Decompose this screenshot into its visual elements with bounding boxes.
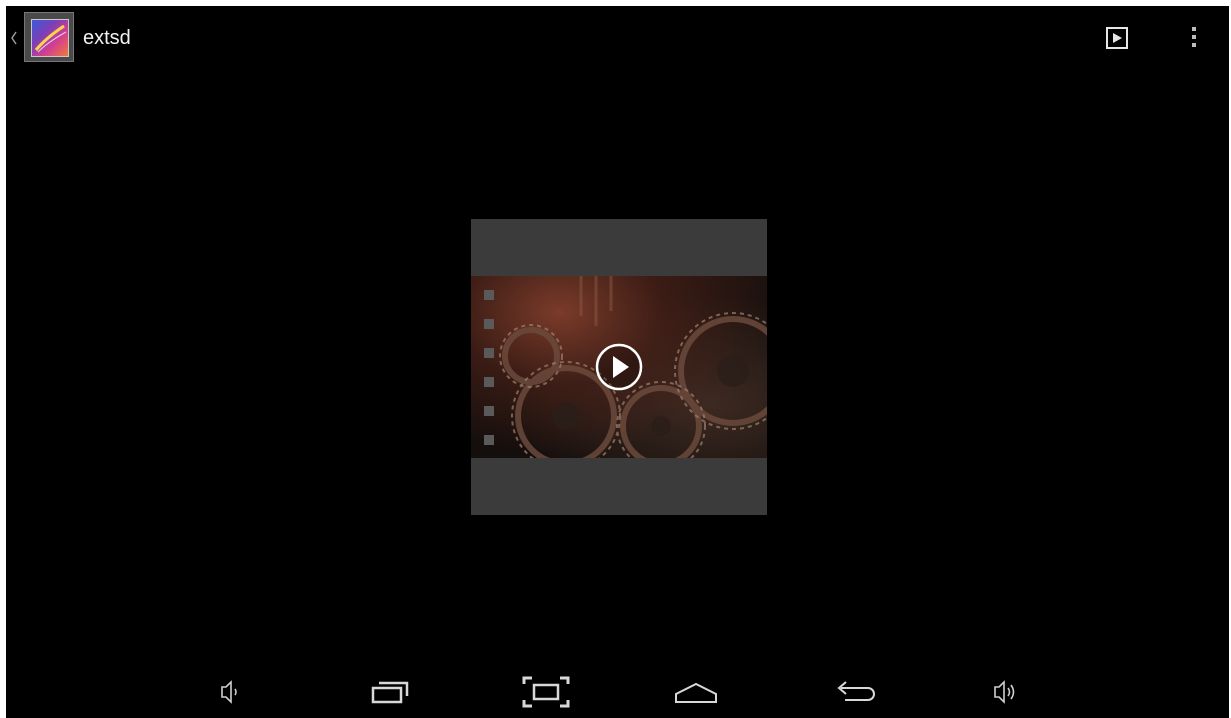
action-bar: extsd <box>6 6 1229 70</box>
recent-apps-icon[interactable] <box>361 666 421 718</box>
film-sprocket <box>484 377 494 387</box>
slideshow-icon[interactable] <box>1096 18 1136 58</box>
film-sprocket <box>484 319 494 329</box>
back-icon[interactable] <box>821 666 881 718</box>
video-thumbnail[interactable] <box>471 219 767 515</box>
film-sprocket <box>484 290 494 300</box>
navigation-bar <box>6 666 1229 718</box>
volume-down-icon[interactable] <box>206 666 256 718</box>
play-icon[interactable] <box>594 342 644 392</box>
album-title: extsd <box>83 27 131 49</box>
gallery-app-icon[interactable] <box>24 12 74 62</box>
screenshot-icon[interactable] <box>516 666 576 718</box>
film-sprocket <box>484 435 494 445</box>
gallery-screen: extsd <box>6 6 1229 718</box>
gallery-app-icon-image <box>31 19 69 57</box>
video-frame-image <box>471 276 767 458</box>
home-icon[interactable] <box>666 666 726 718</box>
film-sprocket <box>484 348 494 358</box>
film-sprocket <box>484 406 494 416</box>
volume-up-icon[interactable] <box>981 666 1031 718</box>
overflow-menu-icon[interactable] <box>1174 18 1214 58</box>
up-caret-icon[interactable] <box>10 28 18 48</box>
